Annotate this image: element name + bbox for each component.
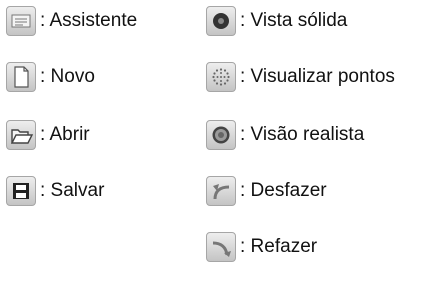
legend-label-visao-realista: : Visão realista (240, 124, 365, 145)
legend-label-desfazer: : Desfazer (240, 180, 327, 201)
legend-item-assistente: : Assistente (6, 6, 137, 36)
legend-item-abrir: : Abrir (6, 120, 90, 150)
legend-item-vista-solida: : Vista sólida (206, 6, 347, 36)
realistic-view-icon (206, 120, 236, 150)
save-disk-icon (6, 176, 36, 206)
open-folder-icon (6, 120, 36, 150)
undo-icon (206, 176, 236, 206)
legend-label-assistente: : Assistente (40, 10, 138, 31)
points-view-icon (206, 62, 236, 92)
legend-label-visualizar-pontos: : Visualizar pontos (240, 66, 395, 87)
legend-item-refazer: : Refazer (206, 232, 317, 262)
legend-item-visualizar-pontos: : Visualizar pontos (206, 62, 395, 92)
legend-label-abrir: : Abrir (40, 124, 90, 145)
redo-icon (206, 232, 236, 262)
new-document-icon (6, 62, 36, 92)
solid-view-icon (206, 6, 236, 36)
legend-label-novo: : Novo (40, 66, 95, 87)
legend-label-vista-solida: : Vista sólida (240, 10, 348, 31)
legend-item-visao-realista: : Visão realista (206, 120, 364, 150)
legend-label-salvar: : Salvar (40, 180, 105, 201)
wizard-icon (6, 6, 36, 36)
legend-item-desfazer: : Desfazer (206, 176, 327, 206)
legend-item-novo: : Novo (6, 62, 95, 92)
legend-label-refazer: : Refazer (240, 236, 318, 257)
legend-item-salvar: : Salvar (6, 176, 104, 206)
